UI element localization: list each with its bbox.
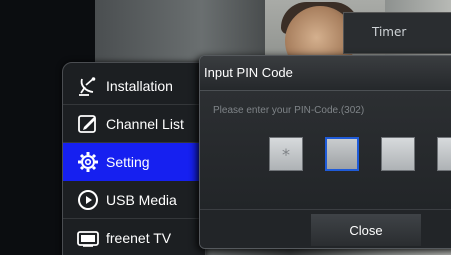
dialog-title: Input PIN Code xyxy=(204,65,293,80)
background-info-panel: Timer xyxy=(343,12,451,54)
menu-item-installation[interactable]: Installation xyxy=(63,67,205,105)
background-info-panel-text: Timer xyxy=(372,25,407,39)
edit-list-icon xyxy=(77,113,99,135)
dialog-title-bar: Input PIN Code xyxy=(200,56,451,91)
pin-code-dialog: Input PIN Code Please enter your PIN-Cod… xyxy=(199,55,451,249)
menu-item-channel-list[interactable]: Channel List xyxy=(63,105,205,143)
menu-item-label: Installation xyxy=(106,78,173,94)
menu-item-freenet-tv[interactable]: freenet TV xyxy=(63,219,205,255)
menu-item-usb-media[interactable]: USB Media xyxy=(63,181,205,219)
pin-digit-box-3[interactable] xyxy=(381,137,415,171)
satellite-dish-icon xyxy=(77,75,99,97)
pin-prompt-text: Please enter your PIN-Code.(302) xyxy=(213,105,365,116)
menu-item-setting[interactable]: Setting xyxy=(63,143,205,181)
pin-digit-box-1[interactable]: * xyxy=(269,137,303,171)
gear-icon xyxy=(77,151,99,173)
close-button[interactable]: Close xyxy=(311,214,421,246)
tv-screen: Timer Installation Channel List Setting xyxy=(0,0,451,255)
dialog-footer: Close xyxy=(200,209,451,248)
play-circle-icon xyxy=(77,189,99,211)
pin-digit-box-2[interactable] xyxy=(325,137,359,171)
menu-item-label: Setting xyxy=(106,154,150,170)
menu-item-label: USB Media xyxy=(106,192,177,208)
menu-item-label: freenet TV xyxy=(106,230,172,246)
tv-icon xyxy=(77,227,99,249)
menu-item-label: Channel List xyxy=(106,116,184,132)
pin-digit-box-4[interactable] xyxy=(437,137,451,171)
main-menu: Installation Channel List Setting USB Me… xyxy=(62,62,206,255)
